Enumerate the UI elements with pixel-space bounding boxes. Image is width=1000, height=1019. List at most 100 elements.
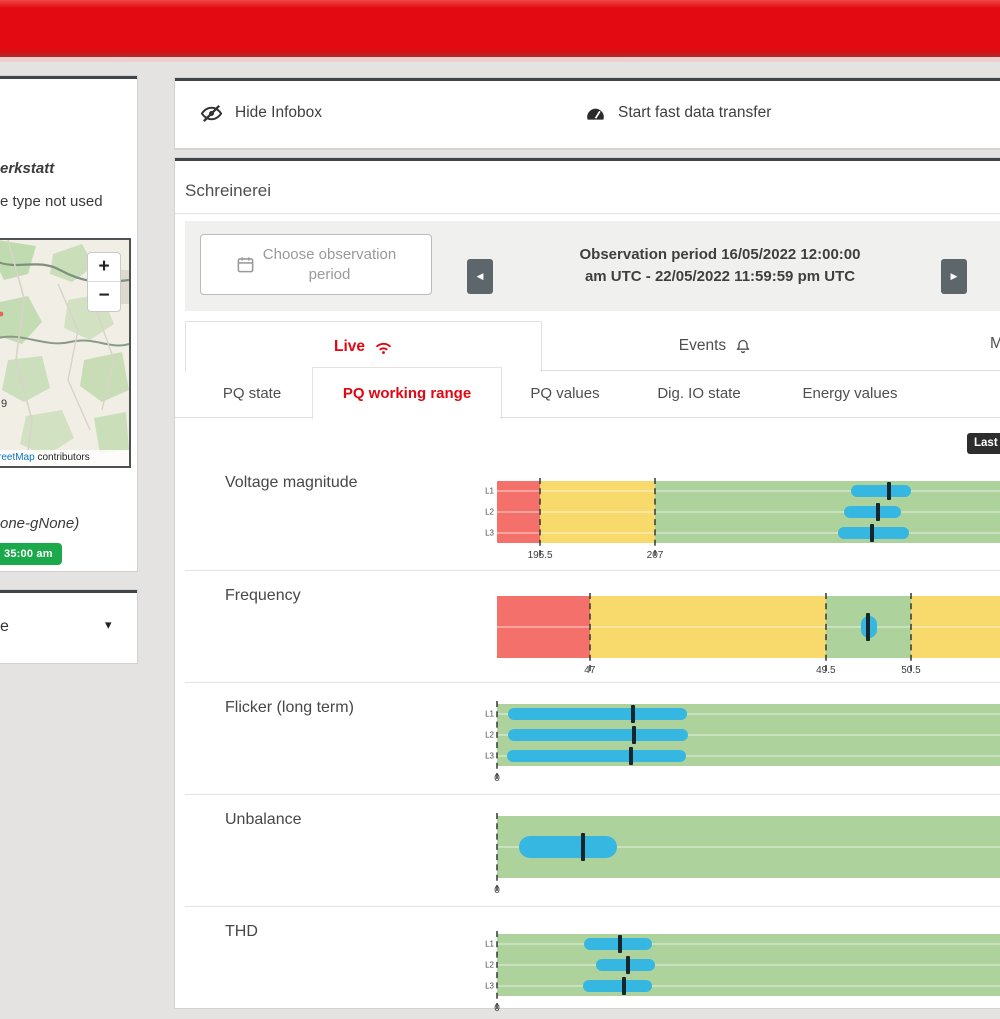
app-header-bar xyxy=(0,0,1000,57)
axis-tick-label: 0 xyxy=(494,773,500,784)
observation-period-line1: Observation period 16/05/2022 12:00:00 xyxy=(530,244,910,266)
phase-label: L3 xyxy=(481,981,494,990)
measured-range-capsule xyxy=(507,750,687,762)
axis-tick-label: 0 xyxy=(494,1003,500,1014)
limit-boundary xyxy=(589,593,591,671)
pq-row-title: Flicker (long term) xyxy=(225,699,354,717)
pq-row-title: Frequency xyxy=(225,587,301,605)
limit-boundary xyxy=(910,593,912,671)
range-marker xyxy=(887,482,891,500)
limit-boundary xyxy=(496,701,498,779)
phase-label: L2 xyxy=(481,961,494,970)
axis-tick-label: 49.5 xyxy=(816,665,835,676)
tab-live[interactable]: Live xyxy=(185,321,542,372)
subtab-pq-values[interactable]: PQ values xyxy=(515,385,615,402)
phase-track xyxy=(497,964,1000,966)
range-marker xyxy=(618,935,622,953)
choose-period-label-line2: period xyxy=(263,265,396,285)
subtab-underline-left xyxy=(175,417,312,418)
pq-row-title: Unbalance xyxy=(225,811,302,829)
measured-range-capsule xyxy=(519,836,617,858)
phase-label: L3 xyxy=(481,751,494,760)
bell-icon xyxy=(735,338,751,355)
title-divider xyxy=(175,213,1000,214)
hide-infobox-label: Hide Infobox xyxy=(235,104,322,122)
subtab-dig-io-state[interactable]: Dig. IO state xyxy=(639,385,759,402)
choose-observation-period-button[interactable]: Choose observation period xyxy=(200,234,432,295)
map-place-label: 9 xyxy=(1,398,7,410)
axis-tick-label: 47 xyxy=(584,665,595,676)
phase-label: L2 xyxy=(481,731,494,740)
pq-row-unbalance: Unbalance0 xyxy=(185,794,1000,907)
start-fast-data-transfer-button[interactable]: Start fast data transfer xyxy=(585,81,771,145)
hide-infobox-button[interactable]: Hide Infobox xyxy=(200,81,322,145)
device-info-card: erkstatt e type not used + − 9 reet xyxy=(0,76,137,571)
measured-range-capsule xyxy=(844,506,901,518)
pq-row-thd: THD0L1L2L3 xyxy=(185,906,1000,1019)
phase-track xyxy=(497,490,1000,492)
limit-boundary xyxy=(654,478,656,556)
tab-overflow[interactable]: M xyxy=(990,335,1000,353)
phase-label: L3 xyxy=(481,528,494,537)
range-marker xyxy=(876,503,880,521)
last-period-badge[interactable]: Last xyxy=(967,433,1000,454)
monitoring-panel: Schreinerei Choose observation period ◀ … xyxy=(175,158,1000,1008)
wifi-icon xyxy=(374,339,393,355)
phase-track xyxy=(497,511,1000,513)
range-marker xyxy=(866,613,870,641)
choose-period-label-line1: Choose observation xyxy=(263,245,396,265)
subtab-energy-values[interactable]: Energy values xyxy=(785,385,915,402)
subtab-pq-working-range[interactable]: PQ working range xyxy=(312,367,502,419)
next-period-button[interactable]: ▶ xyxy=(941,259,967,294)
range-marker xyxy=(632,726,636,744)
sidebar-dropdown-card: e ▾ xyxy=(0,590,137,663)
phase-label: L1 xyxy=(481,940,494,949)
phase-track xyxy=(497,532,1000,534)
measured-range-capsule xyxy=(508,729,688,741)
range-marker xyxy=(629,747,633,765)
phase-track xyxy=(497,985,1000,987)
attribution-text: contributors xyxy=(35,452,90,463)
calendar-icon xyxy=(236,255,255,274)
observation-period-bar: Choose observation period ◀ Observation … xyxy=(185,221,1000,311)
last-update-badge: 35:00 am xyxy=(0,543,62,565)
tabbar-underline xyxy=(540,370,1000,371)
limit-boundary xyxy=(539,478,541,556)
chevron-down-icon[interactable]: ▾ xyxy=(105,617,112,633)
pq-row-voltage-magnitude: Voltage magnitude 195.5207L1L2L3 xyxy=(185,458,1000,570)
measured-range-capsule xyxy=(508,708,687,720)
tab-events[interactable]: Events xyxy=(540,321,890,371)
observation-period-line2: am UTC - 22/05/2022 11:59:59 pm UTC xyxy=(530,266,910,288)
osm-link[interactable]: reetMap xyxy=(0,452,35,463)
working-range-chart: 4749.550.5 xyxy=(497,596,1000,658)
map-zoom-control: + − xyxy=(87,252,121,312)
working-range-chart: 195.5207L1L2L3 xyxy=(497,481,1000,543)
range-marker xyxy=(631,705,635,723)
tab-events-label: Events xyxy=(679,337,726,355)
range-marker xyxy=(870,524,874,542)
dropdown-label: e xyxy=(0,618,9,636)
zoom-out-button[interactable]: − xyxy=(88,282,120,310)
device-meta-text: one-gNone) xyxy=(0,515,79,532)
limit-boundary xyxy=(496,931,498,1009)
range-marker xyxy=(626,956,630,974)
header-divider xyxy=(0,57,1000,62)
infobox-toolbar: Hide Infobox Start fast data transfer xyxy=(175,78,1000,149)
speedometer-icon xyxy=(585,103,606,124)
phase-track xyxy=(497,626,1000,628)
pq-row-frequency: Frequency4749.550.5 xyxy=(185,570,1000,683)
previous-period-button[interactable]: ◀ xyxy=(467,259,493,294)
subtab-pq-state[interactable]: PQ state xyxy=(207,385,297,402)
pq-row-title: Voltage magnitude xyxy=(225,474,358,492)
pq-row-flicker-long-term: Flicker (long term) 0 L1 L2 L3 xyxy=(185,682,1000,795)
location-map[interactable]: + − 9 reetMap contributors xyxy=(0,238,131,468)
phase-label: L1 xyxy=(481,710,494,719)
axis-tick-label: 50.5 xyxy=(901,665,920,676)
phase-label: L2 xyxy=(481,508,494,517)
observation-period-text: Observation period 16/05/2022 12:00:00 a… xyxy=(530,244,910,288)
zoom-in-button[interactable]: + xyxy=(88,253,120,281)
device-type-note: e type not used xyxy=(0,193,103,210)
site-title: Schreinerei xyxy=(185,181,271,201)
tab-live-label: Live xyxy=(334,338,365,356)
limit-boundary xyxy=(496,813,498,891)
